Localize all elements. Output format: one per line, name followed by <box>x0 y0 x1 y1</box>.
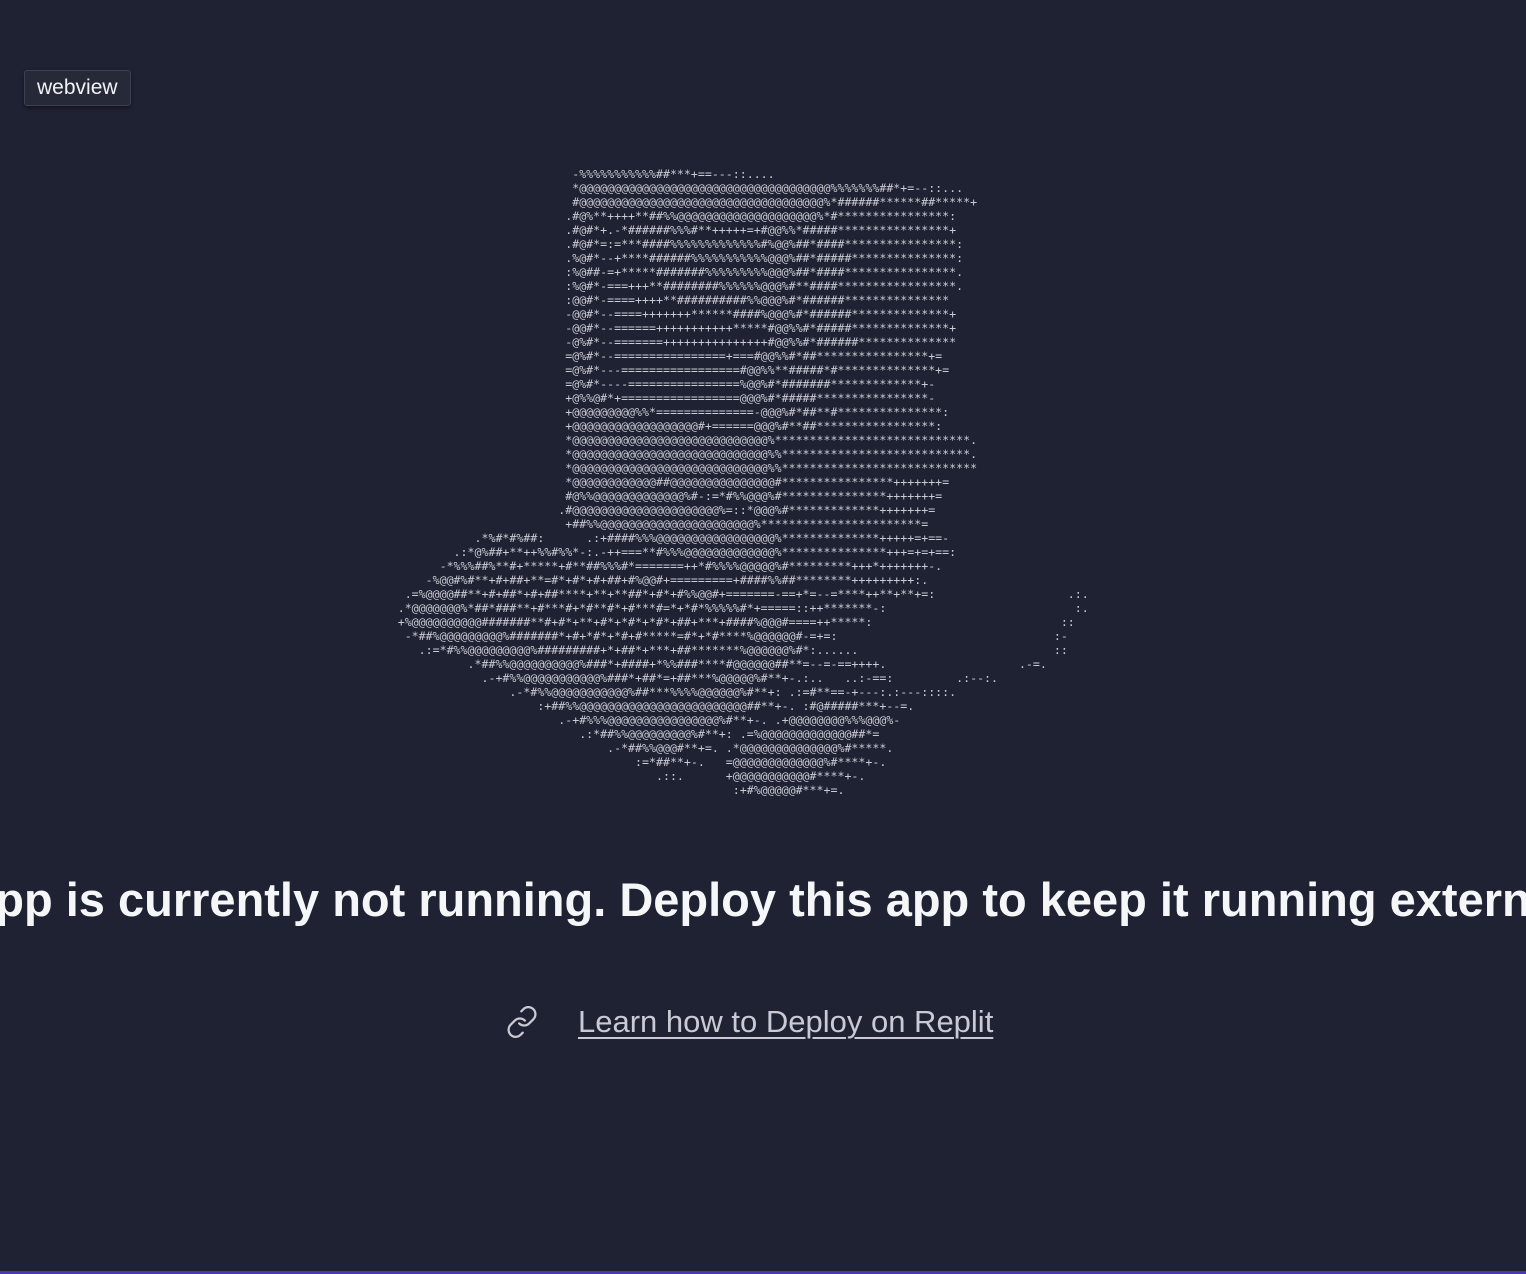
learn-deploy-link-text[interactable]: Learn how to Deploy on Replit <box>578 1004 993 1040</box>
not-running-message: pp is currently not running. Deploy this… <box>0 873 1526 926</box>
link-icon <box>507 1006 537 1038</box>
webview-tag-label: webview <box>37 76 118 99</box>
learn-deploy-link[interactable]: Learn how to Deploy on Replit <box>505 1000 993 1044</box>
ascii-art-illustration: -%%%%%%%%%%%##***+==---::.... *@@@@@@@@@… <box>397 167 1089 797</box>
webview-tag: webview <box>24 70 131 106</box>
